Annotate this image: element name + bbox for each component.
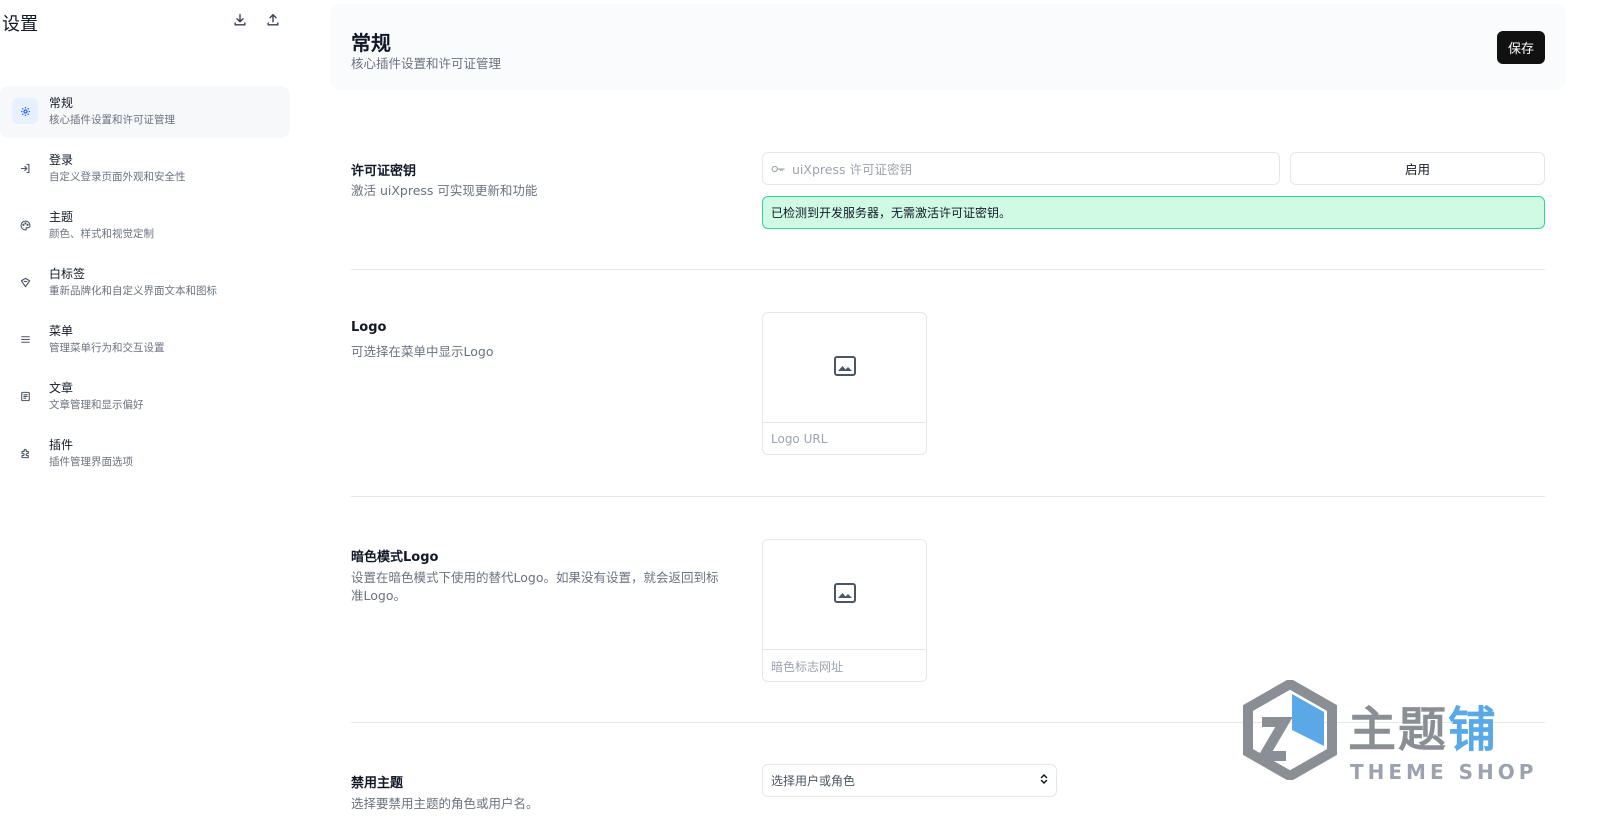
license-key-input[interactable]: uiXpress 许可证密钥 <box>762 152 1280 185</box>
activate-button[interactable]: 启用 <box>1290 152 1545 185</box>
sidebar-actions <box>232 12 281 28</box>
license-key-placeholder: uiXpress 许可证密钥 <box>792 162 912 177</box>
logo-image-picker[interactable] <box>763 313 926 422</box>
select-placeholder: 选择用户或角色 <box>771 774 856 788</box>
dark-logo-upload: 暗色标志网址 <box>762 539 927 682</box>
logo-label: Logo <box>351 320 387 335</box>
gear-icon <box>12 98 38 124</box>
license-desc: 激活 uiXpress 可实现更新和功能 <box>351 183 538 198</box>
download-icon[interactable] <box>232 12 248 28</box>
sidebar-item-label: 插件 <box>49 438 74 452</box>
sidebar-item-label: 白标签 <box>49 267 86 281</box>
watermark-main: 主题 <box>1348 702 1449 758</box>
sidebar-item-label: 主题 <box>49 210 74 224</box>
menu-icon <box>12 326 38 352</box>
logo-upload: Logo URL <box>762 312 927 455</box>
sidebar-item-desc: 颜色、样式和视觉定制 <box>49 228 154 240</box>
license-label: 许可证密钥 <box>351 164 417 179</box>
palette-icon <box>12 212 38 238</box>
sidebar-item-menu[interactable]: 菜单 管理菜单行为和交互设置 <box>0 314 290 366</box>
divider <box>351 496 1545 497</box>
sidebar-item-desc: 插件管理界面选项 <box>49 456 133 468</box>
watermark-subtext: THEME SHOP <box>1350 760 1538 784</box>
sidebar-item-label: 登录 <box>49 153 74 167</box>
sidebar-item-label: 文章 <box>49 381 74 395</box>
dev-server-notice: 已检测到开发服务器，无需激活许可证密钥。 <box>762 196 1545 229</box>
disable-theme-desc: 选择要禁用主题的角色或用户名。 <box>351 796 539 811</box>
settings-nav: 常规 核心插件设置和许可证管理 登录 自定义登录页面外观和安全性 主题 颜色、样… <box>0 86 290 485</box>
dark-logo-url-input[interactable]: 暗色标志网址 <box>763 649 926 682</box>
watermark: 主题铺 THEME SHOP <box>1240 680 1550 790</box>
sidebar-item-desc: 重新品牌化和自定义界面文本和图标 <box>49 285 217 297</box>
dark-logo-image-picker[interactable] <box>763 540 926 649</box>
plugin-icon <box>12 440 38 466</box>
sidebar-item-desc: 自定义登录页面外观和安全性 <box>49 171 186 183</box>
sidebar-item-general[interactable]: 常规 核心插件设置和许可证管理 <box>0 86 290 138</box>
image-icon <box>833 582 857 608</box>
sidebar-item-desc: 核心插件设置和许可证管理 <box>49 114 175 126</box>
sidebar-item-label: 常规 <box>49 96 74 110</box>
sidebar-item-label: 菜单 <box>49 324 74 338</box>
sidebar-item-login[interactable]: 登录 自定义登录页面外观和安全性 <box>0 143 290 195</box>
logo-url-input[interactable]: Logo URL <box>763 422 926 455</box>
sidebar: 设置 常规 核心插件设置和许可证管理 登录 自定义登录页面外观和安全性 主题 颜… <box>0 0 300 833</box>
key-icon <box>771 159 786 178</box>
sidebar-item-plugins[interactable]: 插件 插件管理界面选项 <box>0 428 290 480</box>
page-subtitle: 核心插件设置和许可证管理 <box>351 56 502 71</box>
save-button[interactable]: 保存 <box>1497 31 1545 64</box>
login-icon <box>12 155 38 181</box>
dark-logo-label: 暗色模式Logo <box>351 550 439 565</box>
tag-icon <box>12 269 38 295</box>
document-icon <box>12 383 38 409</box>
logo-desc: 可选择在菜单中显示Logo <box>351 344 494 359</box>
sidebar-item-posts[interactable]: 文章 文章管理和显示偏好 <box>0 371 290 423</box>
sidebar-title: 设置 <box>2 14 38 35</box>
upload-icon[interactable] <box>265 12 281 28</box>
watermark-logo-icon <box>1243 680 1337 780</box>
dark-logo-desc: 设置在暗色模式下使用的替代Logo。如果没有设置，就会返回到标准Logo。 <box>351 570 719 603</box>
disable-theme-label: 禁用主题 <box>351 776 404 791</box>
chevron-updown-icon <box>1040 773 1048 788</box>
divider <box>351 269 1545 270</box>
user-role-select[interactable]: 选择用户或角色 <box>762 764 1057 797</box>
page-title: 常规 <box>351 31 391 55</box>
image-icon <box>833 355 857 381</box>
watermark-text: 主题铺 <box>1348 690 1498 760</box>
sidebar-item-white-label[interactable]: 白标签 重新品牌化和自定义界面文本和图标 <box>0 257 290 309</box>
sidebar-item-desc: 文章管理和显示偏好 <box>49 399 144 411</box>
sidebar-item-desc: 管理菜单行为和交互设置 <box>49 342 165 354</box>
sidebar-item-theme[interactable]: 主题 颜色、样式和视觉定制 <box>0 200 290 252</box>
watermark-accent: 铺 <box>1448 702 1499 758</box>
page-header: 常规 核心插件设置和许可证管理 保存 <box>330 4 1566 90</box>
